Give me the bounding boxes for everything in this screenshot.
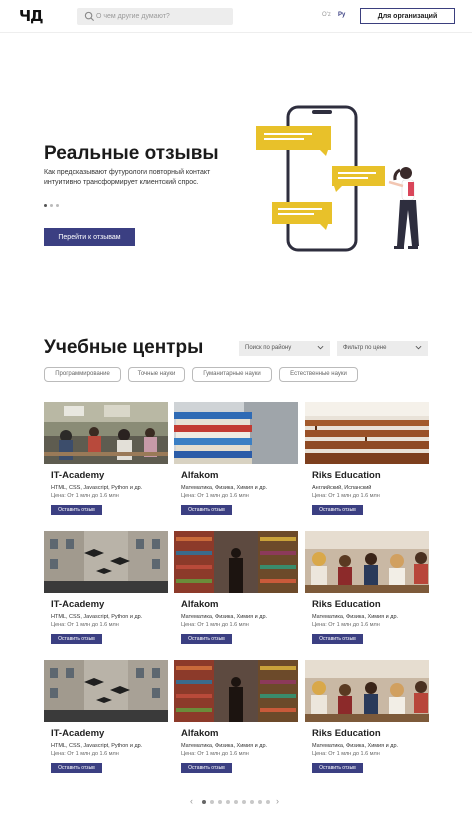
slider-dot[interactable]	[50, 204, 53, 207]
chip-natural-sciences[interactable]: Естественные науки	[279, 367, 358, 382]
center-card[interactable]: Riks Education Математика, Физика, Химия…	[305, 660, 429, 776]
center-price: Цена: От 1 млн до 1.6 млн	[181, 751, 249, 757]
center-name: Riks Education	[312, 728, 381, 739]
chevron-down-icon	[317, 345, 324, 350]
center-name: Alfakom	[181, 470, 219, 481]
hero-text: Как предсказывают футурологи повторный к…	[44, 169, 211, 186]
center-subjects: HTML, CSS, Javascript, Python и др.	[51, 614, 143, 620]
center-card[interactable]: IT-Academy HTML, CSS, Javascript, Python…	[44, 531, 168, 647]
library-photo	[174, 531, 298, 593]
for-organizations-button[interactable]: Для организаций	[360, 8, 455, 24]
leave-review-button[interactable]: Оставить отзыв	[312, 634, 363, 644]
search-bar[interactable]	[77, 8, 233, 25]
page-dot[interactable]	[234, 800, 238, 804]
center-card[interactable]: Riks Education Английский, Испанский Цен…	[305, 402, 429, 518]
page-dot[interactable]	[242, 800, 246, 804]
leave-review-button[interactable]: Оставить отзыв	[312, 505, 363, 515]
center-name: IT-Academy	[51, 728, 105, 739]
logo[interactable]: ЧД	[19, 7, 44, 25]
classroom-photo	[44, 402, 168, 464]
center-card[interactable]: Riks Education Математика, Физика, Химия…	[305, 531, 429, 647]
center-price: Цена: От 1 млн до 1.6 млн	[312, 622, 380, 628]
center-price: Цена: От 1 млн до 1.6 млн	[51, 751, 119, 757]
chip-exact-sciences[interactable]: Точные науки	[128, 367, 185, 382]
search-input[interactable]	[96, 8, 230, 25]
region-select-label: Поиск по району	[245, 345, 292, 351]
center-price: Цена: От 1 млн до 1.6 млн	[51, 622, 119, 628]
center-subjects: Математика, Физика, Химия и др.	[312, 614, 399, 620]
center-price: Цена: От 1 млн до 1.6 млн	[181, 493, 249, 499]
chevron-right-icon[interactable]: ›	[276, 797, 279, 806]
center-card[interactable]: IT-Academy HTML, CSS, Javascript, Python…	[44, 660, 168, 776]
center-card[interactable]: Alfakom Математика, Физика, Химия и др. …	[174, 531, 298, 647]
center-card[interactable]: Alfakom Математика, Физика, Химия и др. …	[174, 402, 298, 518]
center-name: Alfakom	[181, 728, 219, 739]
region-select[interactable]: Поиск по району	[239, 341, 330, 356]
leave-review-button[interactable]: Оставить отзыв	[312, 763, 363, 773]
graduation-photo	[44, 660, 168, 722]
price-filter-select[interactable]: Фильтр по цене	[337, 341, 428, 356]
center-price: Цена: От 1 млн до 1.6 млн	[312, 751, 380, 757]
lang-ru[interactable]: Ру	[338, 12, 345, 18]
center-name: Alfakom	[181, 599, 219, 610]
graduation-photo	[44, 531, 168, 593]
pagination: ‹ ›	[190, 797, 282, 807]
hero-slider-dots	[44, 204, 59, 207]
center-subjects: HTML, CSS, Javascript, Python и др.	[51, 743, 143, 749]
center-name: IT-Academy	[51, 470, 105, 481]
kids-classroom-photo	[305, 660, 429, 722]
center-price: Цена: От 1 млн до 1.6 млн	[51, 493, 119, 499]
leave-review-button[interactable]: Оставить отзыв	[51, 763, 102, 773]
center-card[interactable]: IT-Academy HTML, CSS, Javascript, Python…	[44, 402, 168, 518]
slider-dot[interactable]	[44, 204, 47, 207]
center-subjects: HTML, CSS, Javascript, Python и др.	[51, 485, 143, 491]
center-name: Riks Education	[312, 599, 381, 610]
center-price: Цена: От 1 млн до 1.6 млн	[181, 622, 249, 628]
center-name: IT-Academy	[51, 599, 105, 610]
page-dot[interactable]	[202, 800, 206, 804]
center-subjects: Математика, Физика, Химия и др.	[181, 743, 268, 749]
page-dot[interactable]	[266, 800, 270, 804]
lecture-hall-photo	[305, 402, 429, 464]
center-subjects: Математика, Физика, Химия и др.	[312, 743, 399, 749]
site-header: ЧД O'z Ру Для организаций	[0, 0, 472, 33]
leave-review-button[interactable]: Оставить отзыв	[181, 763, 232, 773]
leave-review-button[interactable]: Оставить отзыв	[51, 634, 102, 644]
leave-review-button[interactable]: Оставить отзыв	[51, 505, 102, 515]
hero-title: Реальные отзывы	[44, 143, 219, 164]
price-filter-label: Фильтр по цене	[343, 345, 387, 351]
page-dot[interactable]	[226, 800, 230, 804]
center-subjects: Английский, Испанский	[312, 485, 372, 491]
page-dot[interactable]	[258, 800, 262, 804]
slider-dot[interactable]	[56, 204, 59, 207]
center-name: Riks Education	[312, 470, 381, 481]
leave-review-button[interactable]: Оставить отзыв	[181, 505, 232, 515]
chip-humanities[interactable]: Гуманитарные науки	[192, 367, 272, 382]
library-photo	[174, 660, 298, 722]
chip-programming[interactable]: Программирование	[44, 367, 121, 382]
center-card[interactable]: Alfakom Математика, Физика, Химия и др. …	[174, 660, 298, 776]
lang-uz[interactable]: O'z	[322, 12, 331, 18]
leave-review-button[interactable]: Оставить отзыв	[181, 634, 232, 644]
chevron-left-icon[interactable]: ‹	[190, 797, 193, 806]
section-title: Учебные центры	[44, 337, 204, 358]
phone-chat-illustration	[256, 105, 419, 252]
page-dot[interactable]	[218, 800, 222, 804]
page-dot[interactable]	[210, 800, 214, 804]
center-subjects: Математика, Физика, Химия и др.	[181, 614, 268, 620]
books-photo	[174, 402, 298, 464]
page-dot[interactable]	[250, 800, 254, 804]
search-icon	[84, 11, 95, 22]
center-price: Цена: От 1 млн до 1.6 млн	[312, 493, 380, 499]
chevron-down-icon	[415, 345, 422, 350]
kids-classroom-photo	[305, 531, 429, 593]
center-subjects: Математика, Физика, Химия и др.	[181, 485, 268, 491]
go-to-reviews-button[interactable]: Перейти к отзывам	[44, 228, 135, 246]
